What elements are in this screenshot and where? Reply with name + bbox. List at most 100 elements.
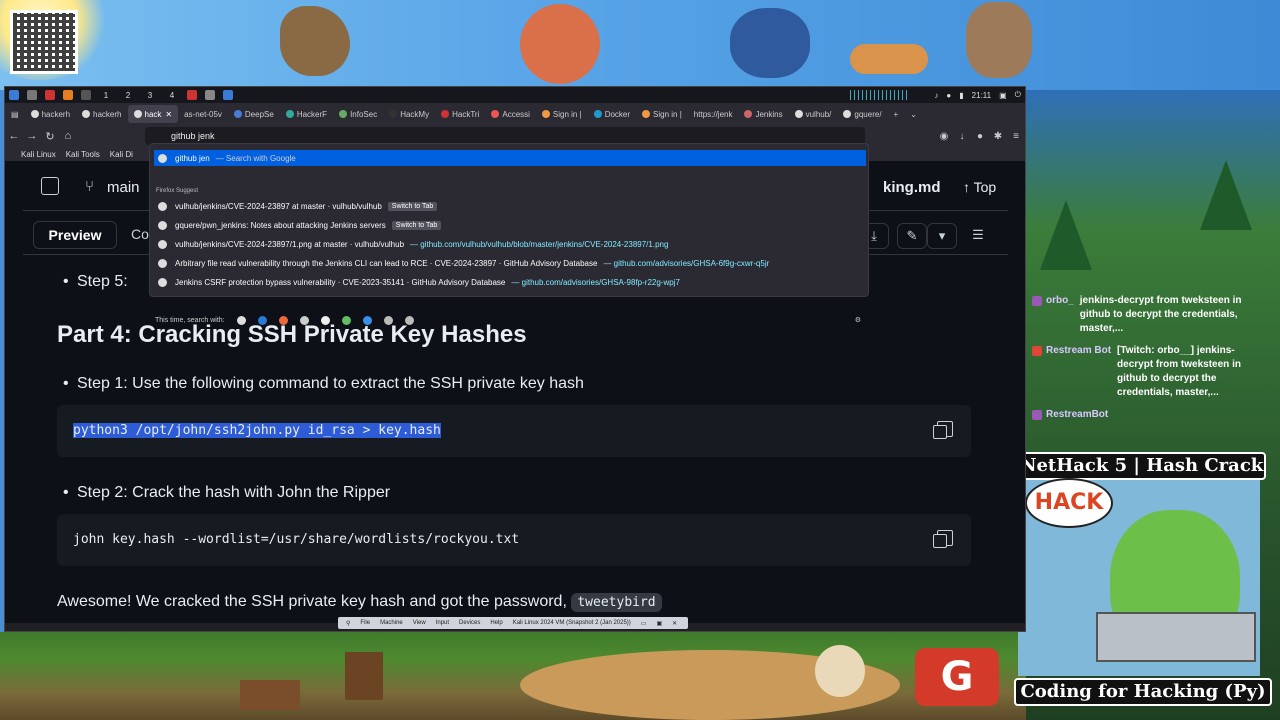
branch-selector[interactable]: main xyxy=(107,179,140,196)
search-suggestion[interactable]: github jen — Search with Google xyxy=(154,150,866,166)
battery-icon[interactable]: ▮ xyxy=(959,91,963,100)
chat-text: jenkins-decrypt from tweksteen in github… xyxy=(1079,295,1242,334)
duckduckgo-icon[interactable] xyxy=(278,315,288,325)
minimize-icon[interactable]: ▭ xyxy=(641,620,647,627)
vbox-menu-item[interactable]: File xyxy=(360,620,370,626)
bookmarks-star-icon[interactable] xyxy=(362,315,372,325)
pocket-icon[interactable]: ◉ xyxy=(935,131,953,142)
tab-label: HackMy xyxy=(400,109,430,119)
suggestion-row[interactable]: Arbitrary file read vulnerability throug… xyxy=(154,255,866,271)
file-title: king.md xyxy=(883,179,941,196)
back-icon[interactable]: ← xyxy=(5,130,23,142)
browser-tab[interactable]: HackMy xyxy=(383,105,435,123)
chevron-down-icon[interactable]: ⌄ xyxy=(904,105,923,123)
bookmark-item[interactable]: Kali Di xyxy=(110,150,133,159)
sidebar-toggle-icon[interactable] xyxy=(41,177,59,195)
taskbar-app-icon[interactable] xyxy=(205,90,215,100)
chickadee-sprite xyxy=(815,645,865,697)
close-tab-icon[interactable]: ✕ xyxy=(165,110,172,119)
volume-icon[interactable]: ♪ xyxy=(934,91,938,100)
browser-tab[interactable]: hackerh xyxy=(25,105,76,123)
power-icon[interactable]: ⏻ xyxy=(1015,90,1021,100)
browser-tab[interactable]: HackTri xyxy=(435,105,485,123)
top-link[interactable]: ↑ Top xyxy=(963,179,996,195)
browser-tab[interactable]: DeepSe xyxy=(228,105,280,123)
chevron-down-icon[interactable]: ▾ xyxy=(927,223,957,249)
copy-icon[interactable] xyxy=(933,530,953,548)
account-icon[interactable]: ● xyxy=(971,131,989,142)
gear-icon[interactable]: ⚙ xyxy=(855,316,861,324)
browser-tab[interactable]: hackerh xyxy=(76,105,127,123)
menu-icon[interactable]: ≡ xyxy=(1007,131,1025,142)
workspace-2[interactable]: 2 xyxy=(121,91,135,100)
copy-icon[interactable] xyxy=(933,421,953,439)
tab-label: HackerF xyxy=(296,109,328,119)
vbox-menu-item[interactable]: Help xyxy=(490,620,502,626)
tab-list-icon[interactable]: ▤ xyxy=(5,105,25,123)
bing-icon[interactable] xyxy=(257,315,267,325)
terminal-icon[interactable] xyxy=(45,90,55,100)
browser-tab[interactable]: HackerF xyxy=(280,105,333,123)
suggestion-row[interactable]: vulhub/jenkins/CVE-2024-23897/1.png at m… xyxy=(154,236,866,252)
browser-tab[interactable]: InfoSec xyxy=(333,105,383,123)
outline-list-icon[interactable]: ☰ xyxy=(963,223,993,249)
notification-icon[interactable]: ● xyxy=(946,91,951,100)
history-icon[interactable] xyxy=(404,315,414,325)
browser-tab[interactable]: vulhub/ xyxy=(789,105,838,123)
docker-icon xyxy=(593,110,602,118)
browser-tab[interactable]: Sign in | xyxy=(536,105,588,123)
vbox-menu-item[interactable]: View xyxy=(413,620,426,626)
tab-label: Jenkins xyxy=(755,109,783,119)
lock-icon[interactable]: ▣ xyxy=(999,91,1007,100)
browser-tab[interactable]: https://jenk xyxy=(688,105,739,123)
vbox-menu-item[interactable]: Input xyxy=(436,620,449,626)
browser-tab[interactable]: as-net-05v xyxy=(178,105,228,123)
files-icon[interactable] xyxy=(27,90,37,100)
wikipedia-icon[interactable] xyxy=(320,315,330,325)
suggestion-row[interactable]: gquere/pwn_jenkins: Notes about attackin… xyxy=(154,217,866,233)
code-block[interactable]: john key.hash --wordlist=/usr/share/word… xyxy=(57,514,971,566)
new-tab-icon[interactable]: + xyxy=(888,105,905,123)
close-icon[interactable]: ✕ xyxy=(672,620,677,627)
vbox-pin-icon[interactable]: ⚲ xyxy=(346,620,350,627)
browser-tab[interactable]: Accessi xyxy=(485,105,536,123)
tab-label: hack xyxy=(144,109,162,119)
reload-icon[interactable]: ↻ xyxy=(41,130,59,143)
ebay-icon[interactable] xyxy=(299,315,309,325)
clock[interactable]: 21:11 xyxy=(972,91,991,100)
workspace-1[interactable]: 1 xyxy=(99,91,113,100)
browser-tab-active[interactable]: hack ✕ xyxy=(127,105,179,123)
suggestion-row[interactable]: Jenkins CSRF protection bypass vulnerabi… xyxy=(154,274,866,290)
taskbar-app-icon[interactable] xyxy=(223,90,233,100)
google-icon[interactable] xyxy=(236,315,246,325)
extension-engine-icon[interactable] xyxy=(341,315,351,325)
kali-menu-icon[interactable] xyxy=(9,90,19,100)
bookmark-item[interactable]: Kali Linux xyxy=(21,150,56,159)
browser-tab[interactable]: gquere/ xyxy=(837,105,887,123)
tab-preview[interactable]: Preview xyxy=(33,221,117,249)
vbox-menu-item[interactable]: Devices xyxy=(459,620,480,626)
browser-tab[interactable]: Jenkins xyxy=(738,105,788,123)
search-engines-footer xyxy=(156,370,864,384)
extensions-icon[interactable]: ✱ xyxy=(989,131,1007,142)
edit-pencil-icon[interactable]: ✎ xyxy=(897,223,927,249)
tabs-icon[interactable] xyxy=(383,315,393,325)
browser-tab[interactable]: Sign in | xyxy=(636,105,688,123)
firefox-icon[interactable] xyxy=(63,90,73,100)
app-icon[interactable] xyxy=(81,90,91,100)
workspace-4[interactable]: 4 xyxy=(165,91,179,100)
home-icon[interactable]: ⌂ xyxy=(59,130,77,142)
code-line: john key.hash --wordlist=/usr/share/word… xyxy=(73,532,520,547)
vbox-menu-item[interactable]: Machine xyxy=(380,620,403,626)
forward-icon[interactable]: → xyxy=(23,130,41,142)
site-icon xyxy=(441,110,450,118)
restore-icon[interactable]: ▣ xyxy=(656,620,662,627)
bookmark-item[interactable]: Kali Tools xyxy=(66,150,100,159)
workspace-3[interactable]: 3 xyxy=(143,91,157,100)
code-block[interactable]: python3 /opt/john/ssh2john.py id_rsa > k… xyxy=(57,405,971,457)
suggestion-row[interactable]: vulhub/jenkins/CVE-2024-23897 at master … xyxy=(154,198,866,214)
tab-code[interactable]: Co xyxy=(131,226,149,242)
download-icon[interactable]: ↓ xyxy=(953,131,971,142)
browser-tab[interactable]: Docker xyxy=(588,105,636,123)
taskbar-app-icon[interactable] xyxy=(187,90,197,100)
